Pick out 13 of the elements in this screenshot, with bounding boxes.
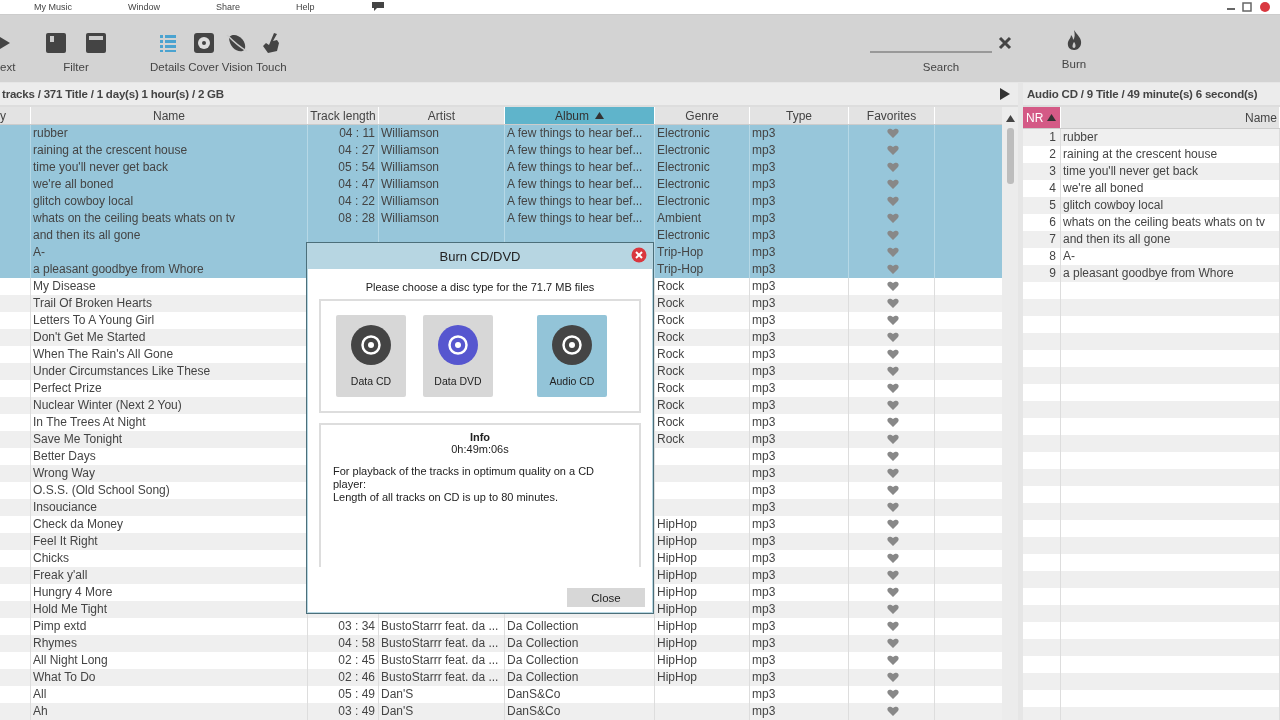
- dialog-title: Burn CD/DVD: [439, 248, 521, 264]
- dialog-prompt: Please choose a disc type for the 71.7 MB files: [364, 281, 596, 293]
- table-cell: Dan'S: [379, 703, 505, 720]
- table-cell: DanS&Co: [505, 703, 655, 720]
- info-title: Info: [468, 431, 492, 443]
- info-duration: 0h:49m:06s: [450, 443, 510, 455]
- info-text: Length of all tracks on CD is up to 80 minutes.: [333, 491, 559, 504]
- status-text: Audio CD / 9 Title / 49 minute(s) 6 second(s): [1027, 88, 1258, 100]
- search-label: Search: [922, 61, 960, 73]
- table-cell: 03 : 49: [308, 703, 379, 720]
- status-text: tracks / 371 Title / 1 day(s) 1 hour(s) / 2 GB: [2, 88, 224, 100]
- table-cell: Ah: [31, 703, 308, 720]
- table-cell: mp3: [750, 703, 849, 720]
